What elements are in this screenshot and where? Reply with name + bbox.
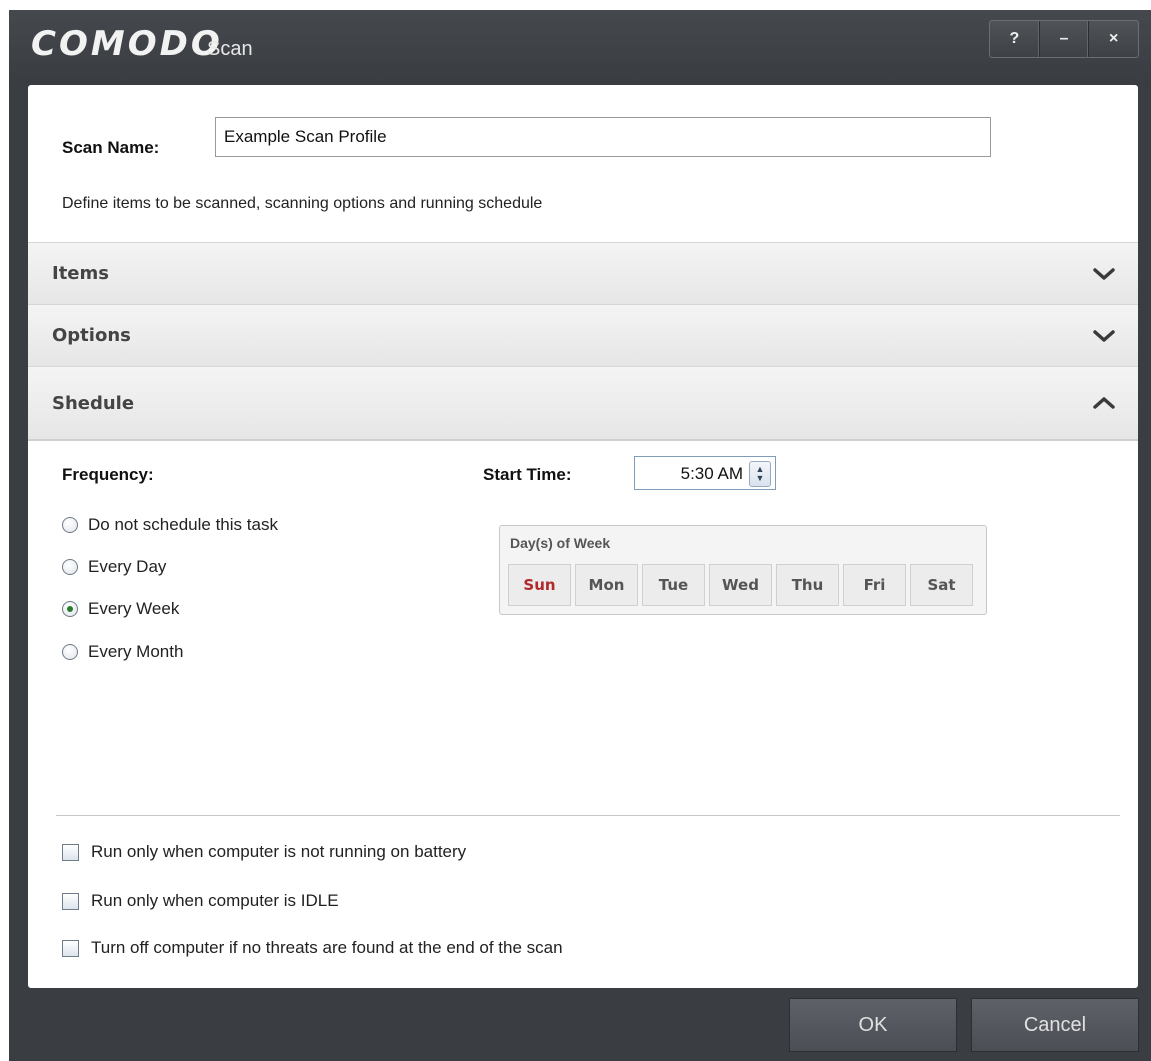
checkbox-label: Run only when computer is IDLE xyxy=(91,891,339,910)
checkbox[interactable] xyxy=(62,843,79,861)
day-button-thu[interactable]: Thu xyxy=(776,564,839,606)
section-items-header[interactable]: Items xyxy=(28,242,1138,304)
chevron-down-icon xyxy=(1093,267,1115,280)
days-of-week-panel: Day(s) of Week Sun Mon Tue Wed Thu Fri S… xyxy=(499,525,987,615)
section-options-title: Options xyxy=(52,325,131,346)
day-button-tue[interactable]: Tue xyxy=(642,564,705,606)
checkbox-label: Turn off computer if no threats are foun… xyxy=(91,938,563,957)
section-schedule-header[interactable]: Shedule xyxy=(28,366,1138,439)
section-options-header[interactable]: Options xyxy=(28,304,1138,366)
checkbox-label: Run only when computer is not running on… xyxy=(91,842,467,861)
scan-dialog-window: COMODO Scan ? – × Scan Name: Define item… xyxy=(9,10,1151,1061)
spinner-arrows-icon[interactable]: ▲ ▼ xyxy=(749,461,771,487)
dialog-content: Scan Name: Define items to be scanned, s… xyxy=(28,85,1138,988)
radio-button[interactable] xyxy=(62,517,78,533)
checkbox-row-idle[interactable]: Run only when computer is IDLE xyxy=(62,891,339,911)
start-time-label: Start Time: xyxy=(483,465,572,484)
checkbox-row-turn-off[interactable]: Turn off computer if no threats are foun… xyxy=(62,938,563,958)
help-button[interactable]: ? xyxy=(990,21,1040,57)
window-title: Scan xyxy=(207,38,253,60)
days-of-week-title: Day(s) of Week xyxy=(510,535,611,551)
radio-button[interactable] xyxy=(62,559,78,575)
radio-every-month[interactable]: Every Month xyxy=(62,642,183,662)
day-button-mon[interactable]: Mon xyxy=(575,564,638,606)
dialog-description: Define items to be scanned, scanning opt… xyxy=(62,195,543,212)
start-time-value[interactable]: 5:30 AM xyxy=(681,464,743,484)
checkbox-row-battery[interactable]: Run only when computer is not running on… xyxy=(62,842,466,862)
radio-every-day[interactable]: Every Day xyxy=(62,557,166,577)
section-items-title: Items xyxy=(52,263,109,284)
checkbox[interactable] xyxy=(62,892,79,910)
radio-label: Do not schedule this task xyxy=(88,515,278,534)
options-divider xyxy=(56,815,1120,816)
radio-button-selected[interactable] xyxy=(62,601,78,617)
scan-name-input[interactable] xyxy=(215,117,991,157)
radio-label: Every Day xyxy=(88,557,167,576)
day-button-sun[interactable]: Sun xyxy=(508,564,571,606)
chevron-up-icon xyxy=(1093,397,1115,409)
radio-do-not-schedule[interactable]: Do not schedule this task xyxy=(62,515,278,535)
section-divider xyxy=(28,439,1138,441)
scan-name-label: Scan Name: xyxy=(62,138,160,157)
frequency-label: Frequency: xyxy=(62,465,154,484)
checkbox[interactable] xyxy=(62,939,79,957)
section-schedule-title: Shedule xyxy=(52,392,135,414)
start-time-spinner[interactable]: 5:30 AM ▲ ▼ xyxy=(634,456,776,490)
day-button-wed[interactable]: Wed xyxy=(709,564,772,606)
radio-button[interactable] xyxy=(62,644,78,660)
day-button-sat[interactable]: Sat xyxy=(910,564,973,606)
cancel-button[interactable]: Cancel xyxy=(971,998,1139,1052)
day-button-fri[interactable]: Fri xyxy=(843,564,906,606)
title-bar[interactable]: COMODO Scan ? – × xyxy=(9,10,1151,85)
comodo-logo: COMODO xyxy=(31,24,223,64)
ok-button[interactable]: OK xyxy=(789,998,957,1052)
minimize-button[interactable]: – xyxy=(1040,21,1090,57)
chevron-down-icon xyxy=(1093,329,1115,342)
days-of-week-buttons: Sun Mon Tue Wed Thu Fri Sat xyxy=(508,564,973,606)
window-controls: ? – × xyxy=(989,20,1139,58)
radio-every-week[interactable]: Every Week xyxy=(62,599,179,619)
radio-label: Every Week xyxy=(88,599,180,618)
radio-label: Every Month xyxy=(88,642,184,661)
close-button[interactable]: × xyxy=(1089,21,1138,57)
